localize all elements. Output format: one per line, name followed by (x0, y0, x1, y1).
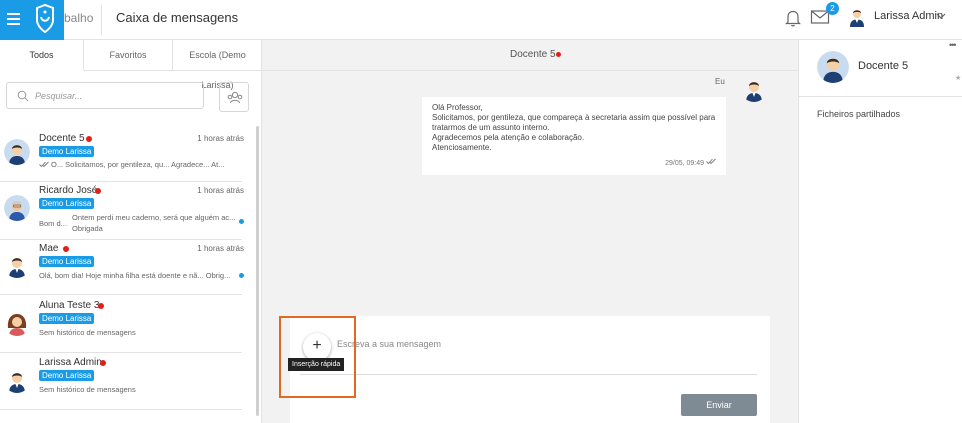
online-status-dot (95, 188, 101, 194)
unread-indicator (239, 273, 244, 278)
divider (101, 5, 102, 35)
search-input[interactable] (35, 86, 195, 105)
menu-icon-line (7, 18, 20, 20)
message-line: Agradecemos pela atenção e colaboração. (432, 133, 585, 142)
school-badge: Demo Larissa (39, 313, 95, 324)
breadcrumb-work[interactable]: balho (64, 11, 93, 25)
online-status-dot (556, 52, 561, 57)
conversation-panel: Todos Favoritos Escola (Demo Larissa) Pe… (0, 40, 262, 423)
top-bar: balho Caixa de mensagens 2 Larissa Admin (0, 0, 962, 40)
online-status-dot (100, 360, 106, 366)
page-title: Caixa de mensagens (116, 10, 239, 25)
app-logo[interactable] (26, 0, 64, 40)
contact-name: Mae (39, 243, 59, 254)
message-sender: Eu (715, 77, 725, 86)
tab-favorites[interactable]: Favoritos (84, 40, 173, 71)
user-avatar-icon (4, 252, 30, 278)
user-avatar[interactable] (848, 7, 866, 27)
highlight-box (279, 316, 356, 398)
user-name[interactable]: Larissa Admin (874, 10, 943, 22)
elder-avatar-icon (4, 195, 30, 221)
group-icon (227, 91, 243, 104)
double-check-icon (39, 161, 49, 168)
conversation-item[interactable]: Docente 5 1 horas atrás Demo Larissa O..… (0, 133, 244, 182)
more-options-icon[interactable]: ••• (949, 40, 957, 50)
conversation-tabs: Todos Favoritos Escola (Demo Larissa) (0, 40, 262, 90)
new-group-button[interactable] (219, 82, 249, 112)
contact-name: Larissa Admin (39, 357, 102, 368)
chevron-down-icon[interactable] (936, 13, 946, 20)
double-check-icon (706, 158, 716, 165)
online-status-dot (98, 303, 104, 309)
shared-files-label[interactable]: Ficheiros partilhados (817, 109, 900, 119)
avatar (4, 195, 30, 221)
message-line: tratarmos de um assunto interno. (432, 123, 550, 132)
user-avatar-icon (741, 76, 767, 102)
menu-button[interactable] (0, 0, 26, 40)
conversation-item[interactable]: Larissa Admin Demo Larissa Sem histórico… (0, 357, 242, 410)
tab-all[interactable]: Todos (0, 40, 84, 71)
bell-icon[interactable] (783, 8, 803, 28)
conversation-time: 1 horas atrás (197, 244, 244, 253)
contact-name: Docente 5 (39, 133, 85, 144)
avatar (4, 139, 30, 165)
contact-name: Docente 5 (858, 60, 909, 72)
message-preview-extra: Obrigada (72, 224, 103, 233)
message-preview: Sem histórico de mensagens (39, 385, 136, 394)
message-preview: Olá, bom dia! Hoje minha filha está doen… (39, 271, 231, 280)
message-line: Solicitamos, por gentileza, que compareç… (432, 113, 716, 122)
admin-avatar-icon (4, 367, 30, 393)
student-avatar-icon (4, 310, 30, 336)
message-line: Olá Professor, (432, 103, 483, 112)
divider (300, 374, 757, 375)
message-preview: O... Solicitamos, por gentileza, qu... A… (51, 160, 225, 169)
conversation-item[interactable]: Aluna Teste 3 Demo Larissa Sem histórico… (0, 300, 242, 353)
online-status-dot (63, 246, 69, 252)
school-badge: Demo Larissa (39, 198, 95, 209)
contact-name: Aluna Teste 3 (39, 300, 100, 311)
mail-count-badge: 2 (826, 2, 839, 15)
search-icon (17, 90, 29, 102)
send-button[interactable]: Enviar (681, 394, 757, 416)
message-preview-sender: Bom d... (39, 219, 67, 228)
message-bubble: Olá Professor, Solicitamos, por gentilez… (422, 97, 726, 175)
chat-title: Docente 5 (510, 49, 556, 60)
conversation-item[interactable]: Mae 1 horas atrás Demo Larissa Olá, bom … (0, 243, 244, 295)
scrollbar[interactable] (256, 126, 259, 416)
menu-icon (7, 13, 20, 15)
chat-panel: Docente 5 Eu Olá Professor, Solicitamos,… (262, 40, 798, 423)
teacher-avatar-icon (817, 51, 849, 83)
message-time: 29/05, 09:49 (665, 160, 705, 167)
avatar (4, 310, 30, 336)
sender-avatar (741, 76, 767, 102)
tab-school[interactable]: Escola (Demo Larissa) (173, 40, 262, 90)
school-badge: Demo Larissa (39, 146, 95, 157)
conversation-time: 1 horas atrás (197, 134, 244, 143)
teacher-avatar-icon (4, 139, 30, 165)
message-preview: Sem histórico de mensagens (39, 328, 136, 337)
favorite-star-icon[interactable]: ★ (955, 74, 961, 82)
school-badge: Demo Larissa (39, 256, 95, 267)
conversation-item[interactable]: Ricardo José 1 horas atrás Demo Larissa … (0, 185, 244, 240)
online-status-dot (86, 136, 92, 142)
message-line: Atenciosamente. (432, 143, 492, 152)
divider (799, 96, 962, 97)
shield-logo-icon (36, 3, 54, 34)
chat-header: Docente 5 (262, 40, 798, 71)
school-badge: Demo Larissa (39, 370, 95, 381)
conversation-time: 1 horas atrás (197, 186, 244, 195)
search-box (6, 82, 204, 109)
unread-indicator (239, 219, 244, 224)
message-input[interactable] (337, 339, 717, 349)
menu-icon-line (7, 23, 20, 25)
contact-avatar (817, 51, 849, 83)
avatar (4, 252, 30, 278)
message-preview: Ontem perdi meu caderno, será que alguém… (72, 213, 236, 222)
contact-details-panel: ••• Docente 5 ★ Ficheiros partilhados (798, 40, 962, 423)
contact-name: Ricardo José (39, 185, 98, 196)
message-body: Olá Professor, Solicitamos, por gentilez… (432, 103, 715, 153)
avatar (4, 367, 30, 393)
message-meta: 29/05, 09:49 (665, 158, 716, 167)
